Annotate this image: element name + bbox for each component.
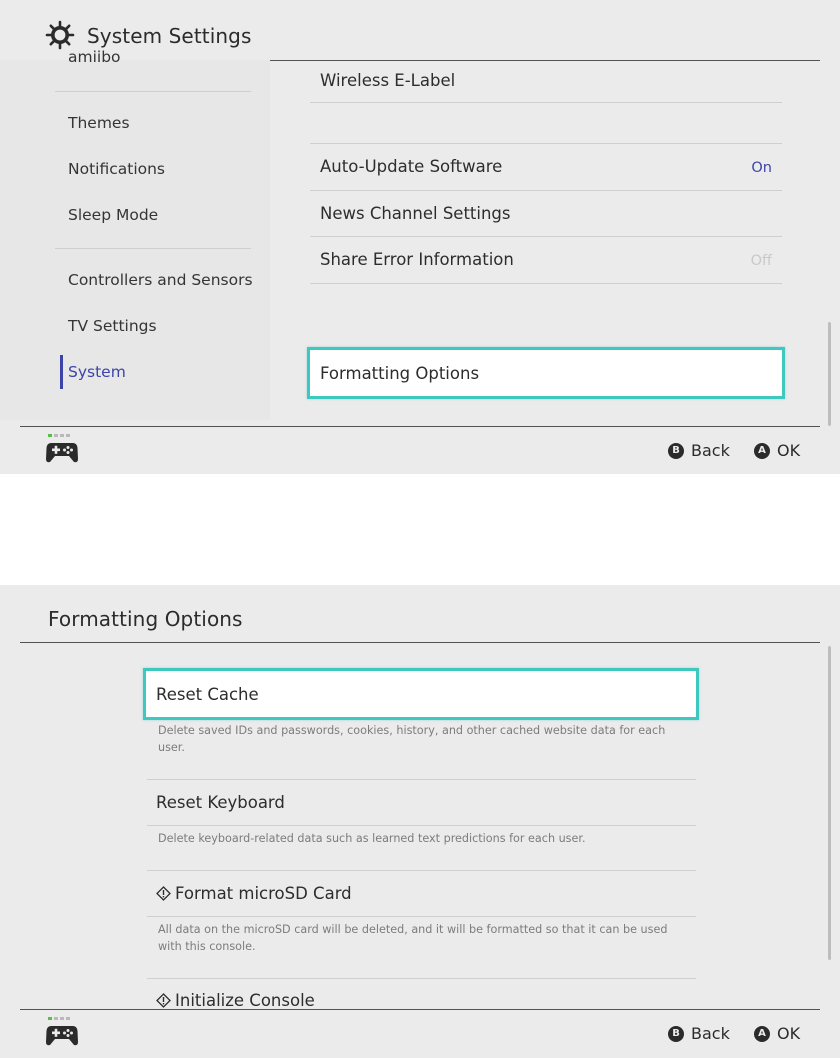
ok-button[interactable]: A OK: [754, 441, 800, 460]
formatting-options-button[interactable]: Formatting Options: [307, 347, 785, 399]
options-divider: [147, 825, 696, 826]
list-divider: [310, 143, 782, 144]
sidebar-item-system[interactable]: System: [68, 363, 126, 381]
reset-cache-button[interactable]: Reset Cache: [143, 668, 699, 720]
list-divider: [310, 102, 782, 103]
scrollbar[interactable]: [828, 322, 831, 426]
options-divider: [147, 916, 696, 917]
options-divider: [147, 779, 696, 780]
ok-button[interactable]: A OK: [754, 1024, 800, 1043]
formatting-options-screen: Formatting Options Reset Cache Delete sa…: [0, 585, 840, 1058]
header-divider: [20, 642, 820, 643]
footer-divider: [20, 426, 820, 427]
a-button-icon: A: [754, 442, 770, 459]
list-item-share-error-information[interactable]: Share Error Information: [320, 250, 514, 269]
sidebar-item-notifications[interactable]: Notifications: [68, 160, 165, 178]
sidebar-item-tv-settings[interactable]: TV Settings: [68, 317, 157, 335]
page-title: System Settings: [87, 24, 252, 48]
sidebar-divider: [55, 91, 251, 92]
back-label: Back: [691, 441, 730, 460]
back-label: Back: [691, 1024, 730, 1043]
b-button-icon: B: [668, 1025, 684, 1042]
scrollbar[interactable]: [828, 646, 831, 960]
list-divider: [310, 283, 782, 284]
warning-icon: [156, 886, 171, 901]
system-settings-screen: System Settings amiibo Themes Notificati…: [0, 0, 840, 474]
list-item-auto-update-software[interactable]: Auto-Update Software: [320, 157, 502, 176]
controller-icon: [46, 434, 78, 463]
initialize-console-button[interactable]: Initialize Console: [156, 991, 315, 1010]
options-divider: [147, 870, 696, 871]
list-item-news-channel-settings[interactable]: News Channel Settings: [320, 204, 511, 223]
list-divider: [310, 190, 782, 191]
ok-label: OK: [777, 1024, 801, 1043]
sidebar-item-amiibo-clipped[interactable]: amiibo: [68, 48, 121, 66]
formatting-options-label: Formatting Options: [320, 364, 480, 383]
b-button-icon: B: [668, 442, 684, 459]
warning-icon: [156, 993, 171, 1008]
sidebar: amiibo Themes Notifications Sleep Mode C…: [0, 48, 270, 420]
sidebar-active-indicator: [60, 355, 63, 389]
list-divider: [310, 236, 782, 237]
list-item-wireless-e-label[interactable]: Wireless E-Label: [320, 71, 455, 90]
reset-keyboard-button[interactable]: Reset Keyboard: [156, 793, 285, 812]
controller-icon: [46, 1017, 78, 1046]
back-button[interactable]: B Back: [668, 1024, 730, 1043]
initialize-console-label: Initialize Console: [175, 991, 315, 1010]
ok-label: OK: [777, 441, 801, 460]
reset-keyboard-description: Delete keyboard-related data such as lea…: [158, 832, 586, 845]
page-title: Formatting Options: [48, 607, 243, 631]
reset-cache-label: Reset Cache: [156, 685, 259, 704]
format-microsd-card-label: Format microSD Card: [175, 884, 352, 903]
format-microsd-card-button[interactable]: Format microSD Card: [156, 884, 352, 903]
gear-icon: [45, 20, 75, 50]
sidebar-divider: [55, 248, 251, 249]
auto-update-value: On: [751, 160, 772, 176]
format-microsd-card-description: All data on the microSD card will be del…: [158, 923, 668, 953]
sidebar-item-themes[interactable]: Themes: [68, 114, 130, 132]
reset-cache-description: Delete saved IDs and passwords, cookies,…: [158, 724, 666, 754]
sidebar-item-sleep-mode[interactable]: Sleep Mode: [68, 206, 158, 224]
options-divider: [147, 978, 696, 979]
back-button[interactable]: B Back: [668, 441, 730, 460]
a-button-icon: A: [754, 1025, 770, 1042]
footer: B Back A OK: [0, 1010, 840, 1058]
share-error-value: Off: [750, 253, 772, 269]
sidebar-item-controllers-and-sensors[interactable]: Controllers and Sensors: [68, 271, 253, 289]
